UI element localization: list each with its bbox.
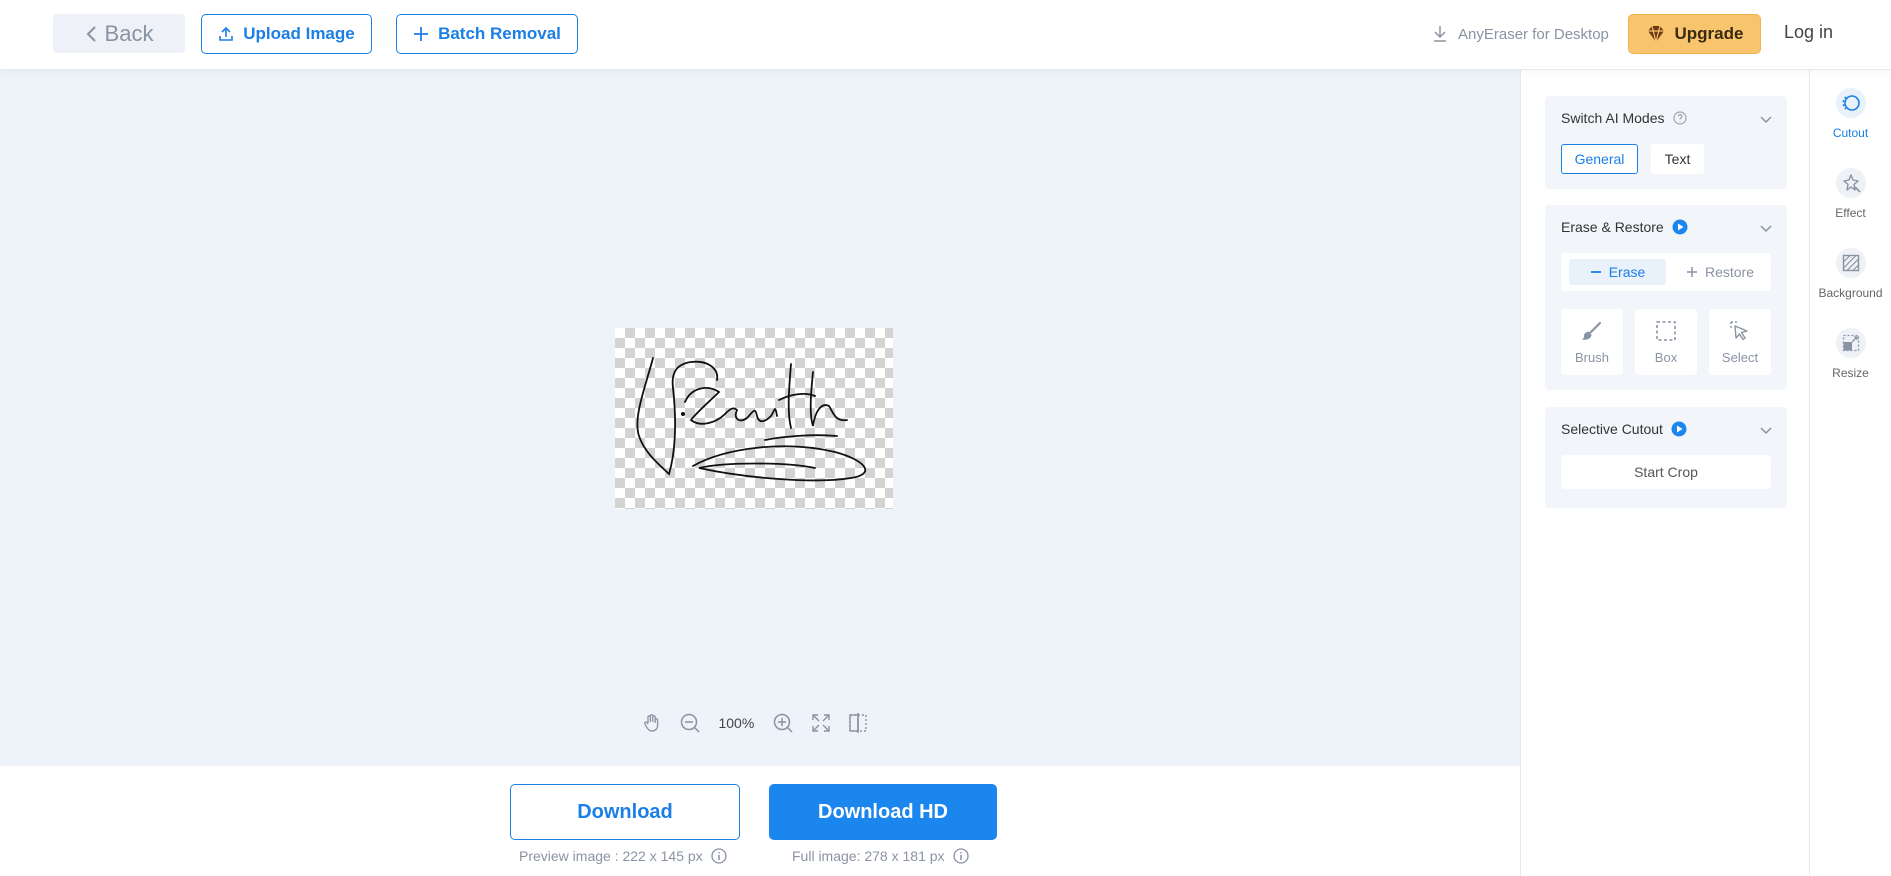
- restore-button[interactable]: Restore: [1674, 259, 1766, 285]
- ai-modes-title: Switch AI Modes: [1561, 110, 1687, 126]
- play-video-icon[interactable]: [1672, 219, 1688, 235]
- canvas-area[interactable]: 100%: [0, 70, 1520, 766]
- compare-icon[interactable]: [848, 712, 868, 734]
- fit-screen-icon[interactable]: [811, 713, 831, 733]
- erase-label: Erase: [1608, 264, 1646, 280]
- erase-restore-card: Erase & Restore Erase Restore Brush Box …: [1545, 205, 1787, 390]
- download-bar: Download Download HD Preview image : 222…: [0, 766, 1520, 876]
- download-hd-button[interactable]: Download HD: [769, 784, 997, 840]
- start-crop-button[interactable]: Start Crop: [1561, 455, 1771, 489]
- plus-icon: [1686, 267, 1697, 277]
- select-label: Select: [1721, 349, 1759, 365]
- chevron-down-icon[interactable]: [1759, 114, 1773, 124]
- batch-removal-button[interactable]: Batch Removal: [396, 14, 578, 54]
- upgrade-label: Upgrade: [1674, 24, 1744, 43]
- chevron-down-icon[interactable]: [1759, 223, 1773, 233]
- nav-background-label: Background: [1818, 286, 1883, 300]
- selective-cutout-title-text: Selective Cutout: [1561, 421, 1663, 437]
- brush-label: Brush: [1575, 349, 1609, 365]
- upload-image-label: Upload Image: [243, 24, 355, 43]
- zoom-toolbar: 100%: [642, 708, 868, 738]
- resize-icon: [1835, 328, 1866, 358]
- desktop-download-link[interactable]: AnyEraser for Desktop: [1432, 22, 1609, 46]
- play-video-icon[interactable]: [1671, 421, 1687, 437]
- nav-effect[interactable]: Effect: [1810, 168, 1891, 220]
- desktop-download-label: AnyEraser for Desktop: [1458, 25, 1609, 43]
- nav-background[interactable]: Background: [1810, 248, 1891, 300]
- zoom-level: 100%: [718, 715, 755, 731]
- download-button[interactable]: Download: [510, 784, 740, 840]
- signature-image: [636, 357, 866, 482]
- minus-icon: [1590, 271, 1601, 273]
- side-nav: Cutout Effect Background Resize: [1810, 70, 1891, 876]
- ai-modes-title-text: Switch AI Modes: [1561, 110, 1665, 126]
- upgrade-button[interactable]: Upgrade: [1628, 14, 1761, 54]
- brush-tool-button[interactable]: Brush: [1561, 309, 1623, 375]
- upload-image-button[interactable]: Upload Image: [201, 14, 372, 54]
- restore-label: Restore: [1704, 264, 1755, 280]
- mode-general-button[interactable]: General: [1561, 144, 1638, 174]
- erase-restore-title-text: Erase & Restore: [1561, 219, 1664, 235]
- info-icon[interactable]: [711, 848, 727, 864]
- mode-text-button[interactable]: Text: [1651, 144, 1704, 174]
- full-size-note: Full image: 278 x 181 px: [792, 848, 969, 864]
- nav-cutout-label: Cutout: [1832, 126, 1869, 140]
- back-label: Back: [104, 20, 154, 46]
- download-icon: [1434, 26, 1446, 42]
- erase-restore-title: Erase & Restore: [1561, 219, 1688, 235]
- info-icon[interactable]: [952, 848, 969, 864]
- diamond-icon: [1647, 25, 1664, 43]
- tools-panel: Switch AI Modes General Text Erase & Res…: [1520, 70, 1810, 876]
- nav-cutout[interactable]: Cutout: [1810, 88, 1891, 140]
- help-icon[interactable]: [1672, 111, 1687, 125]
- box-label: Box: [1654, 349, 1678, 365]
- zoom-out-icon[interactable]: [679, 712, 701, 734]
- selective-cutout-card: Selective Cutout Start Crop: [1545, 407, 1787, 508]
- zoom-in-icon[interactable]: [772, 712, 794, 734]
- upload-icon: [219, 26, 234, 41]
- ai-modes-card: Switch AI Modes General Text: [1545, 96, 1787, 189]
- image-preview[interactable]: [615, 328, 893, 509]
- preview-size-note: Preview image : 222 x 145 px: [519, 848, 727, 864]
- login-link[interactable]: Log in: [1784, 22, 1833, 43]
- box-tool-button[interactable]: Box: [1635, 309, 1697, 375]
- back-button[interactable]: Back: [53, 14, 185, 53]
- erase-restore-toggle: Erase Restore: [1561, 253, 1771, 291]
- hand-pan-icon[interactable]: [642, 713, 662, 733]
- preview-size-text: Preview image : 222 x 145 px: [519, 848, 703, 864]
- top-toolbar: Back Upload Image Batch Removal AnyErase…: [0, 0, 1891, 70]
- cutout-icon: [1835, 88, 1866, 118]
- background-icon: [1835, 248, 1866, 278]
- box-select-icon: [1656, 320, 1676, 341]
- nav-resize-label: Resize: [1832, 366, 1869, 380]
- selective-cutout-title: Selective Cutout: [1561, 421, 1687, 437]
- select-tool-button[interactable]: Select: [1709, 309, 1771, 375]
- nav-resize[interactable]: Resize: [1810, 328, 1891, 380]
- erase-button[interactable]: Erase: [1569, 259, 1666, 285]
- plus-icon: [414, 27, 429, 41]
- nav-effect-label: Effect: [1835, 206, 1866, 220]
- batch-removal-label: Batch Removal: [438, 24, 561, 43]
- full-size-text: Full image: 278 x 181 px: [792, 848, 945, 864]
- effect-icon: [1835, 168, 1866, 198]
- cursor-select-icon: [1730, 320, 1748, 340]
- brush-icon: [1582, 321, 1602, 340]
- chevron-down-icon[interactable]: [1759, 425, 1773, 435]
- chevron-left-icon: [86, 25, 96, 42]
